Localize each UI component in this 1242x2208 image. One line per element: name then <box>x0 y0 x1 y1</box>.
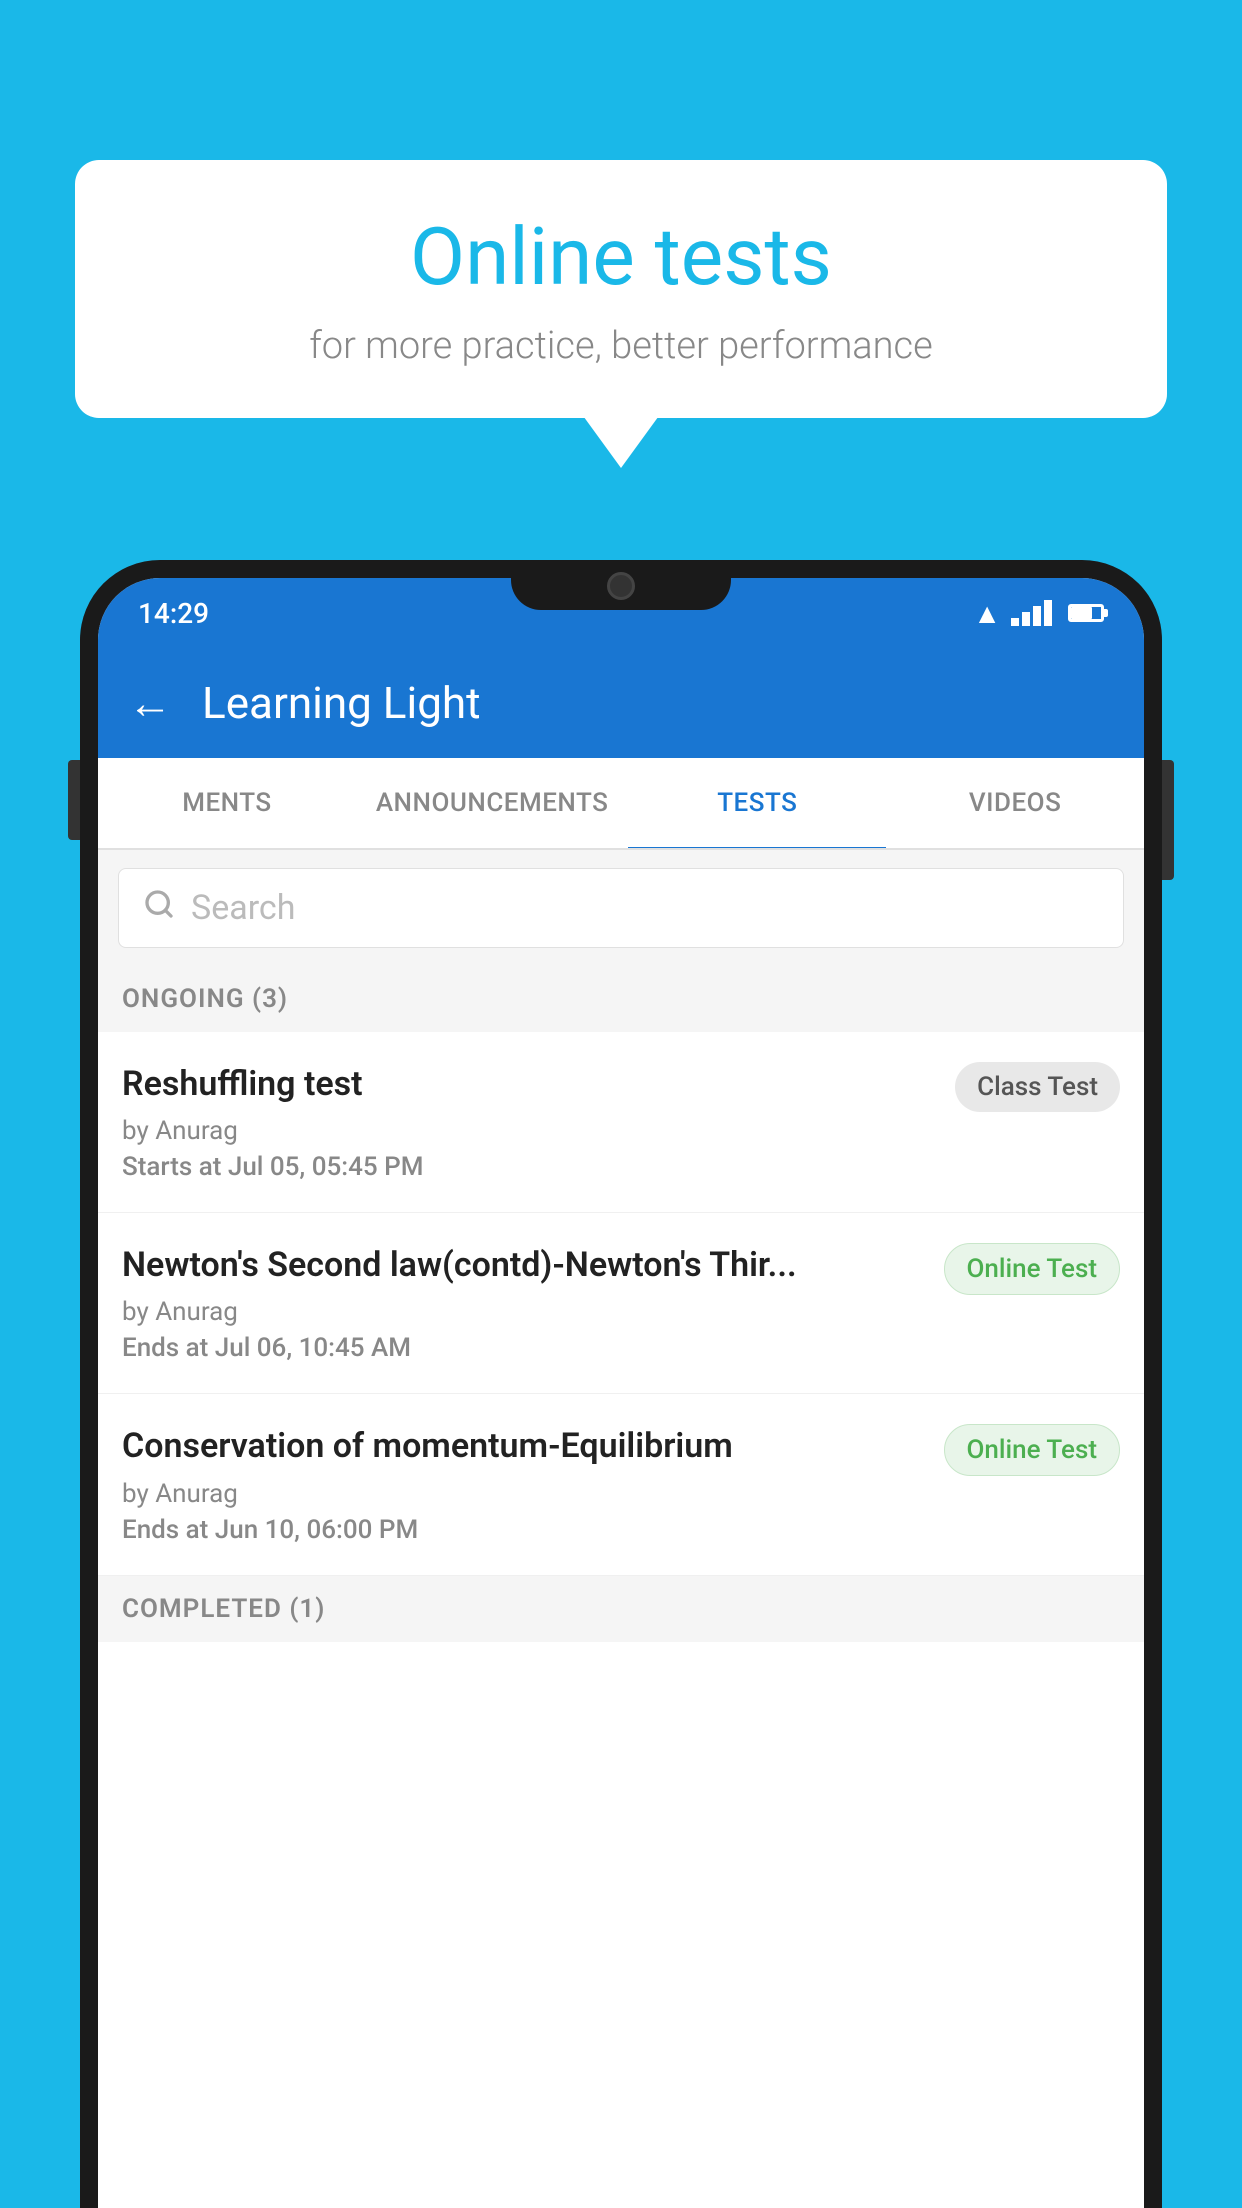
search-bar[interactable]: Search <box>118 868 1124 948</box>
app-header: ← Learning Light <box>98 648 1144 758</box>
tab-announcements[interactable]: ANNOUNCEMENTS <box>356 758 629 848</box>
test-badge-class: Class Test <box>955 1062 1120 1112</box>
test-time: Starts at Jul 05, 05:45 PM <box>122 1152 935 1182</box>
bubble-title: Online tests <box>135 210 1107 304</box>
tab-tests[interactable]: TESTS <box>628 758 886 848</box>
ongoing-label: ONGOING (3) <box>122 984 288 1014</box>
tests-list: Reshuffling test by Anurag Starts at Jul… <box>98 1032 1144 2208</box>
phone-frame: 14:29 ▲ <box>80 560 1162 2208</box>
test-author: by Anurag <box>122 1297 924 1327</box>
tab-videos[interactable]: VIDEOS <box>886 758 1144 848</box>
test-name: Newton's Second law(contd)-Newton's Thir… <box>122 1243 924 1287</box>
volume-button <box>68 760 80 840</box>
ongoing-section-header: ONGOING (3) <box>98 966 1144 1032</box>
tabs-bar: MENTS ANNOUNCEMENTS TESTS VIDEOS <box>98 758 1144 850</box>
test-time: Ends at Jul 06, 10:45 AM <box>122 1333 924 1363</box>
completed-label: COMPLETED (1) <box>122 1594 325 1624</box>
search-placeholder: Search <box>191 888 295 928</box>
wifi-icon: ▲ <box>973 597 1001 630</box>
bubble-subtitle: for more practice, better performance <box>135 324 1107 368</box>
test-item[interactable]: Newton's Second law(contd)-Newton's Thir… <box>98 1213 1144 1394</box>
test-info: Reshuffling test by Anurag Starts at Jul… <box>122 1062 935 1182</box>
status-time: 14:29 <box>138 597 209 630</box>
search-container: Search <box>98 850 1144 966</box>
test-author: by Anurag <box>122 1479 924 1509</box>
test-author: by Anurag <box>122 1116 935 1146</box>
search-icon <box>143 887 175 929</box>
status-icons: ▲ <box>973 597 1104 630</box>
test-info: Conservation of momentum-Equilibrium by … <box>122 1424 924 1544</box>
back-button[interactable]: ← <box>128 681 172 725</box>
test-name: Conservation of momentum-Equilibrium <box>122 1424 924 1468</box>
test-info: Newton's Second law(contd)-Newton's Thir… <box>122 1243 924 1363</box>
app-title: Learning Light <box>202 677 481 729</box>
battery-icon <box>1068 604 1104 622</box>
test-badge-online: Online Test <box>944 1424 1121 1476</box>
phone-camera <box>607 572 635 600</box>
phone-wrapper: 14:29 ▲ <box>80 560 1162 2208</box>
tab-ments[interactable]: MENTS <box>98 758 356 848</box>
completed-section-header: COMPLETED (1) <box>98 1576 1144 1642</box>
speech-bubble: Online tests for more practice, better p… <box>75 160 1167 418</box>
test-item[interactable]: Reshuffling test by Anurag Starts at Jul… <box>98 1032 1144 1213</box>
signal-icon <box>1011 600 1052 626</box>
test-item[interactable]: Conservation of momentum-Equilibrium by … <box>98 1394 1144 1575</box>
test-time: Ends at Jun 10, 06:00 PM <box>122 1515 924 1545</box>
power-button <box>1162 760 1174 880</box>
test-badge-online: Online Test <box>944 1243 1121 1295</box>
phone-screen: 14:29 ▲ <box>98 578 1144 2208</box>
phone-notch <box>511 560 731 610</box>
test-name: Reshuffling test <box>122 1062 935 1106</box>
